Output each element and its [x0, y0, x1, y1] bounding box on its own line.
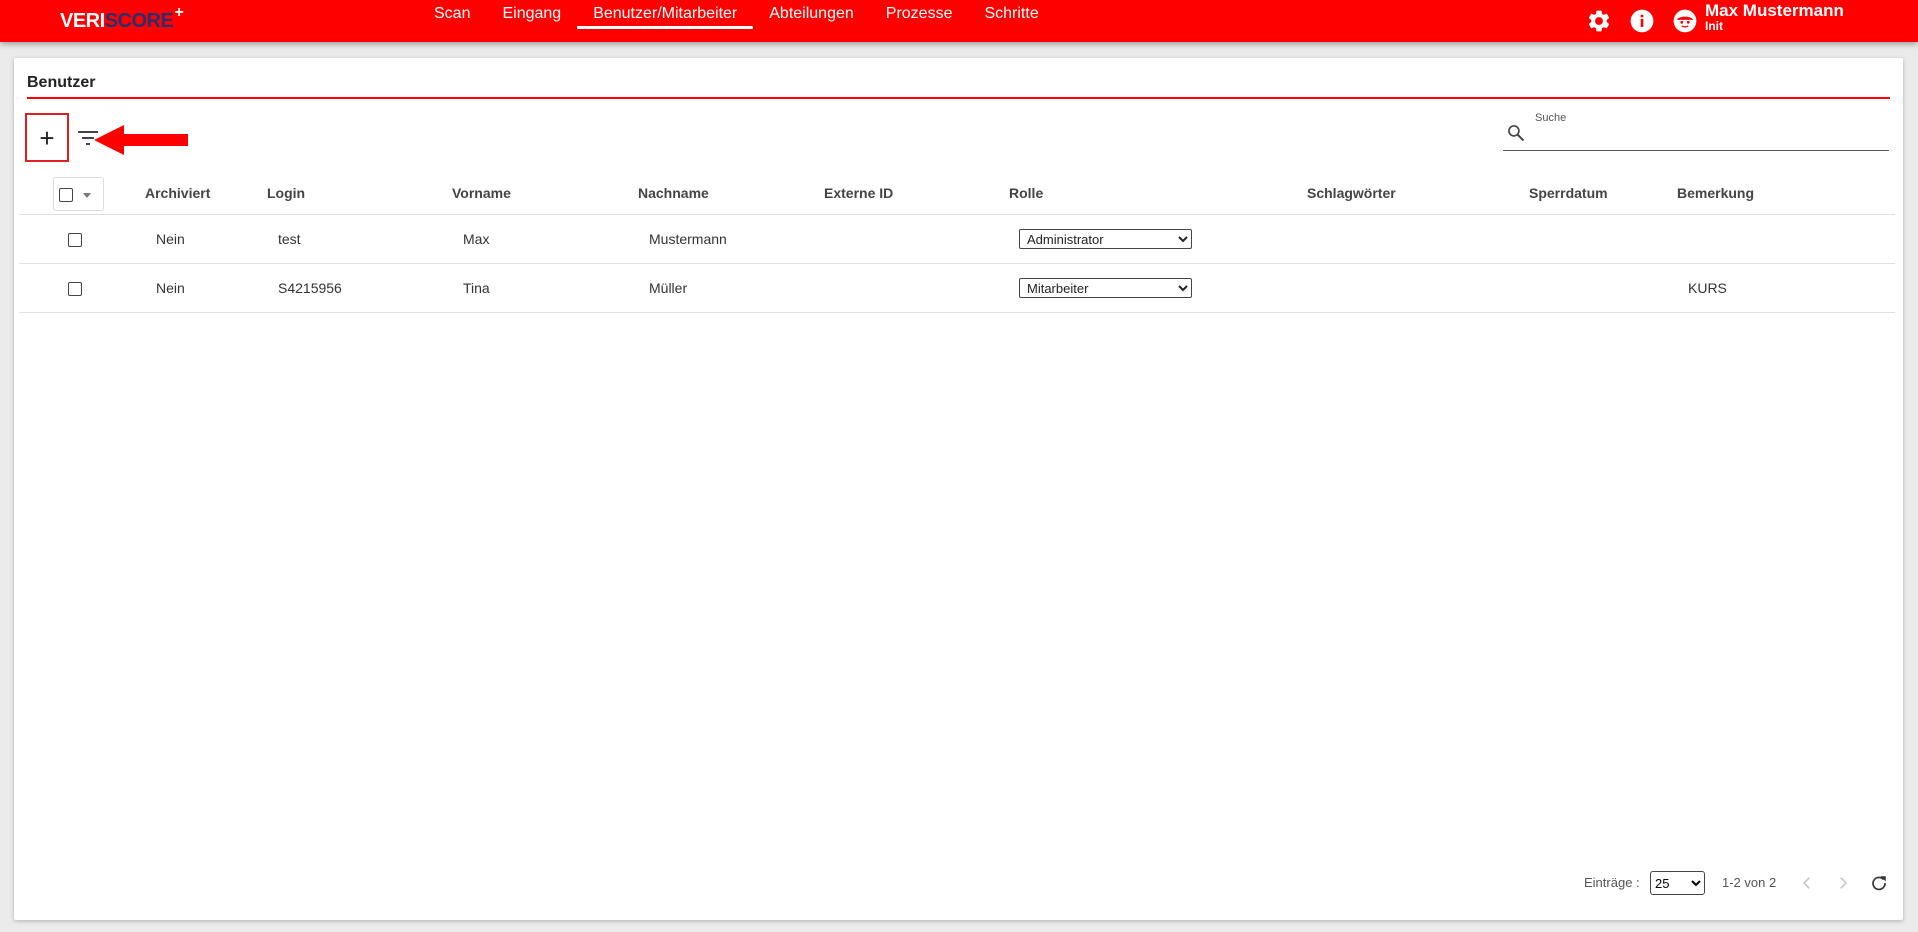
- cell-vorname: Tina: [463, 280, 490, 296]
- user-name: Max Mustermann: [1705, 1, 1844, 20]
- search-label: Suche: [1535, 112, 1567, 124]
- column-header-externe-id[interactable]: Externe ID: [824, 185, 893, 201]
- chevron-left-icon[interactable]: [1798, 874, 1816, 892]
- search-icon: [1508, 125, 1525, 142]
- page-size-select[interactable]: 25: [1650, 871, 1705, 895]
- column-header-sperrdatum[interactable]: Sperrdatum: [1529, 185, 1608, 201]
- veriscore-logo[interactable]: VERISCORE +: [60, 4, 184, 33]
- cell-login: S4215956: [278, 280, 342, 296]
- nav-item-abteilungen[interactable]: Abteilungen: [753, 0, 870, 36]
- row-checkbox[interactable]: [68, 282, 82, 296]
- main-nav: Scan Eingang Benutzer/Mitarbeiter Abteil…: [418, 0, 1055, 42]
- gear-icon[interactable]: [1586, 8, 1612, 34]
- column-header-schlagwoerter[interactable]: Schlagwörter: [1307, 185, 1396, 201]
- caret-down-icon[interactable]: [83, 193, 91, 198]
- select-all-control[interactable]: [53, 177, 104, 211]
- annotation-arrow-icon: [94, 125, 188, 155]
- row-checkbox[interactable]: [68, 233, 82, 247]
- title-divider: [27, 97, 1890, 99]
- cell-bemerkung: KURS: [1688, 280, 1727, 296]
- role-select[interactable]: Administrator: [1019, 229, 1192, 249]
- column-header-nachname[interactable]: Nachname: [638, 185, 709, 201]
- add-user-button[interactable]: +: [25, 113, 69, 162]
- nav-item-scan[interactable]: Scan: [418, 0, 486, 36]
- entries-label: Einträge :: [1584, 875, 1640, 890]
- users-card: Benutzer + Suche Archiviert Login Vornam…: [14, 58, 1903, 920]
- chevron-right-icon[interactable]: [1834, 874, 1852, 892]
- nav-item-benutzer-mitarbeiter[interactable]: Benutzer/Mitarbeiter: [577, 0, 754, 36]
- top-navigation-bar: VERISCORE + Scan Eingang Benutzer/Mitarbe…: [0, 0, 1918, 42]
- column-header-login[interactable]: Login: [267, 185, 305, 201]
- cell-vorname: Max: [463, 231, 490, 247]
- page-title: Benutzer: [27, 74, 96, 91]
- user-info[interactable]: Max Mustermann Init: [1705, 2, 1844, 33]
- info-icon[interactable]: [1629, 8, 1655, 34]
- cell-login: test: [278, 231, 301, 247]
- nav-item-prozesse[interactable]: Prozesse: [870, 0, 969, 36]
- table-row[interactable]: Nein S4215956 Tina Müller Mitarbeiter KU…: [19, 264, 1895, 313]
- search-field[interactable]: Suche: [1503, 110, 1889, 151]
- cell-archiviert: Nein: [156, 280, 185, 296]
- select-all-checkbox[interactable]: [59, 188, 73, 202]
- column-header-vorname[interactable]: Vorname: [452, 185, 511, 201]
- cell-nachname: Mustermann: [649, 231, 727, 247]
- cell-nachname: Müller: [649, 280, 688, 296]
- cell-archiviert: Nein: [156, 231, 185, 247]
- role-select[interactable]: Mitarbeiter: [1019, 278, 1192, 298]
- refresh-icon[interactable]: [1870, 874, 1888, 892]
- user-role: Init: [1705, 19, 1723, 33]
- nav-item-schritte[interactable]: Schritte: [968, 0, 1054, 36]
- plus-icon: +: [39, 122, 55, 153]
- pagination-range: 1-2 von 2: [1722, 875, 1777, 890]
- search-input[interactable]: [1535, 127, 1889, 149]
- table-header: Archiviert Login Vorname Nachname Extern…: [19, 172, 1895, 215]
- user-avatar-icon[interactable]: [1672, 8, 1698, 34]
- nav-item-eingang[interactable]: Eingang: [486, 0, 577, 36]
- column-header-rolle[interactable]: Rolle: [1009, 185, 1043, 201]
- column-header-archiviert[interactable]: Archiviert: [145, 185, 210, 201]
- column-header-bemerkung[interactable]: Bemerkung: [1677, 185, 1754, 201]
- table-row[interactable]: Nein test Max Mustermann Administrator: [19, 215, 1895, 264]
